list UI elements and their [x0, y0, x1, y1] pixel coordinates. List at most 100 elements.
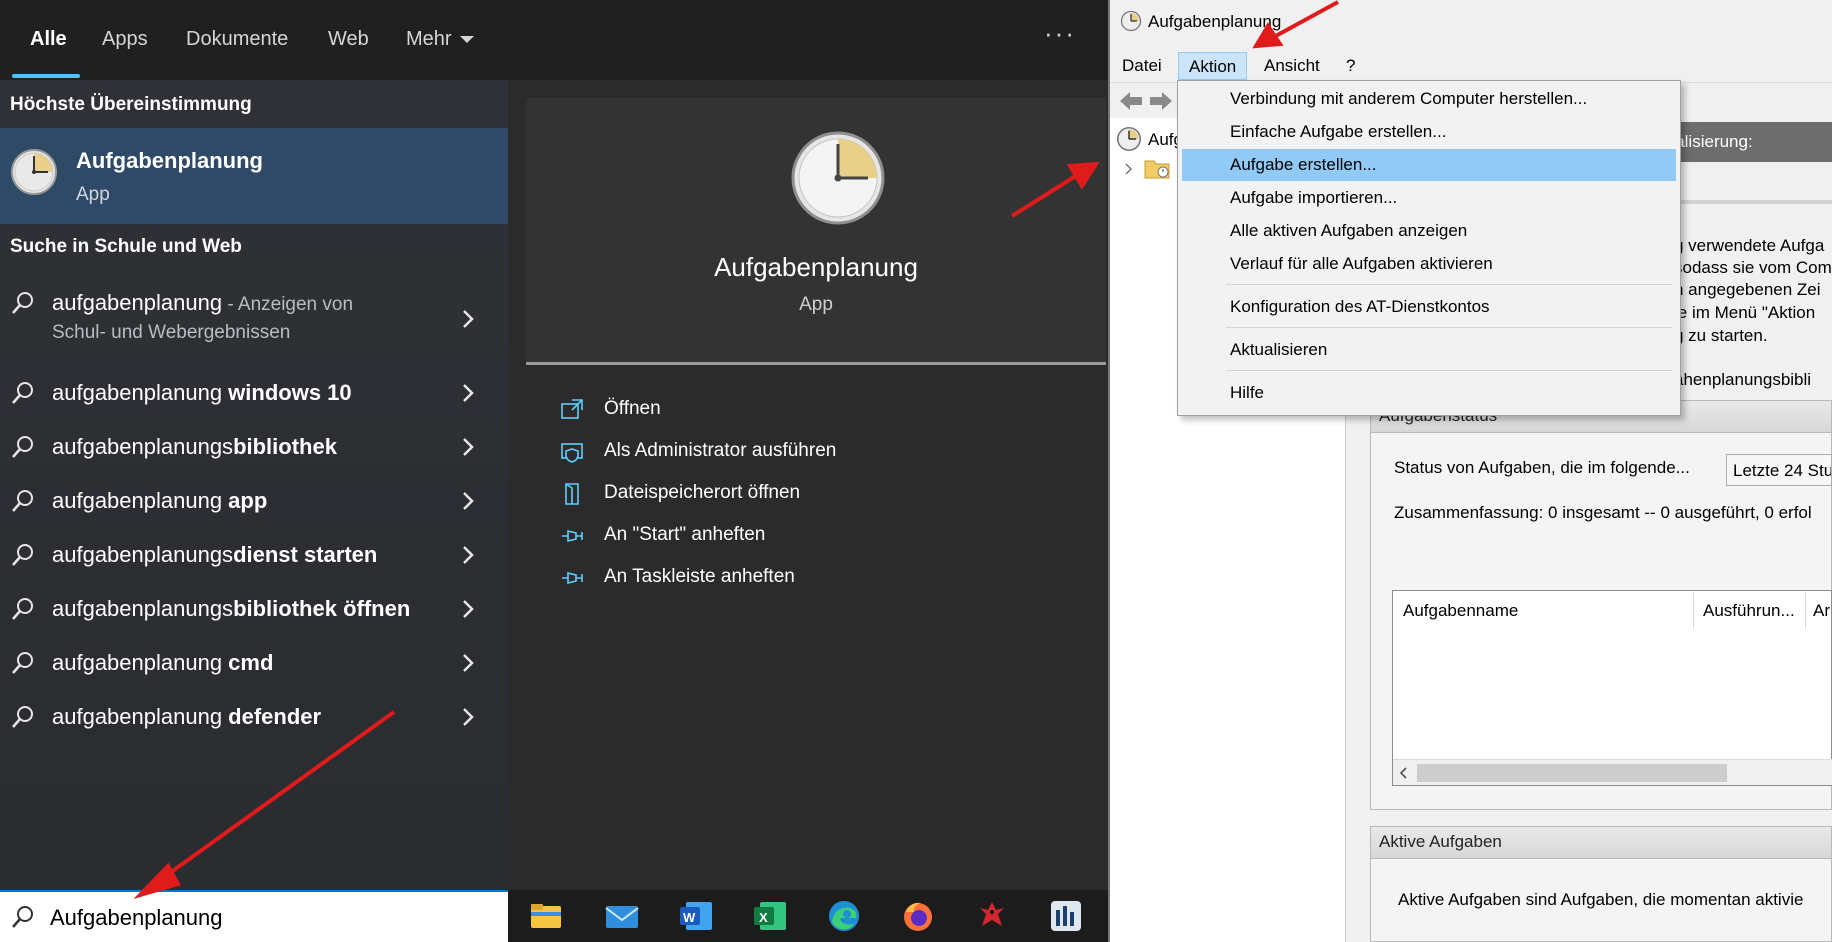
suggestion-item[interactable]: aufgabenplanung app	[0, 478, 508, 528]
search-tabs: Alle Apps Dokumente Web Mehr ···	[0, 0, 1108, 80]
menu-ansicht[interactable]: Ansicht	[1254, 52, 1330, 80]
column-divider[interactable]	[1805, 593, 1806, 629]
chevron-right-icon	[463, 384, 474, 402]
suggestion-item[interactable]: aufgabenplanungsdienst starten	[0, 532, 508, 582]
action-run-as-admin[interactable]: Als Administrator ausführen	[560, 434, 1080, 474]
suggestion-completion: bibliothek	[233, 434, 337, 459]
suggestion-query: aufgabenplanungs	[52, 434, 234, 459]
menu-separator	[1226, 284, 1672, 285]
game-icon[interactable]	[974, 898, 1010, 934]
active-tasks-text: Aktive Aufgaben sind Aufgaben, die momen…	[1398, 890, 1804, 909]
menu-help[interactable]: ?	[1336, 52, 1365, 80]
suggestion-item[interactable]: aufgabenplanungsbibliothek öffnen	[0, 586, 508, 636]
tab-web[interactable]: Web	[328, 28, 369, 51]
suggestion-query: aufgabenplanung	[52, 488, 229, 513]
suggestion-item[interactable]: aufgabenplanung - Anzeigen von Schul- un…	[0, 280, 508, 364]
suggestion-query: aufgabenplanung	[52, 290, 223, 315]
column-header[interactable]: Ausführun...	[1703, 601, 1795, 621]
menu-item-show-running-tasks[interactable]: Alle aktiven Aufgaben anzeigen	[1182, 215, 1676, 247]
suggestion-item[interactable]: aufgabenplanungsbibliothek	[0, 424, 508, 474]
task-status-table: Aufgabenname Ausführun... Ar	[1392, 590, 1832, 786]
action-pin-to-start[interactable]: An "Start" anheften	[560, 518, 1080, 558]
action-open-file-location[interactable]: Dateispeicherort öffnen	[560, 476, 1080, 516]
menu-item-create-task[interactable]: Aufgabe erstellen...	[1182, 149, 1676, 181]
tab-apps[interactable]: Apps	[102, 28, 148, 51]
menu-datei[interactable]: Datei	[1112, 52, 1172, 80]
back-arrow-icon[interactable]	[1118, 89, 1144, 113]
search-input[interactable]	[50, 898, 490, 938]
mail-icon[interactable]	[604, 898, 640, 934]
suggestion-text: aufgabenplanung defender	[52, 704, 321, 730]
suggestion-text: aufgabenplanungsbibliothek	[52, 434, 337, 460]
best-match-type: App	[76, 184, 110, 205]
web-search-heading: Suche in Schule und Web	[10, 236, 242, 257]
menu-aktion[interactable]: Aktion	[1178, 52, 1248, 80]
edge-icon[interactable]	[826, 898, 862, 934]
menu-item-at-service-config[interactable]: Konfiguration des AT-Dienstkontos	[1182, 291, 1676, 323]
horizontal-scrollbar[interactable]	[1393, 759, 1832, 785]
menu-item-import-task[interactable]: Aufgabe importieren...	[1182, 182, 1676, 214]
firefox-icon[interactable]	[900, 898, 936, 934]
overview-text: g verwendete Aufga	[1674, 236, 1825, 255]
suggestion-item[interactable]: aufgabenplanung windows 10	[0, 370, 508, 420]
search-results: Höchste Übereinstimmung Aufgabenplanung …	[0, 80, 508, 890]
word-icon[interactable]: W	[678, 898, 714, 934]
scroll-left-icon[interactable]	[1399, 767, 1409, 779]
library-link[interactable]: ahenplanungsbibli	[1674, 370, 1811, 390]
menu-item-help[interactable]: Hilfe	[1182, 377, 1676, 409]
overview-text: sodass sie vom Comp	[1674, 258, 1832, 277]
search-icon	[12, 436, 33, 458]
suggestion-item[interactable]: aufgabenplanung defender	[0, 694, 508, 744]
time-range-select[interactable]: Letzte 24 Stun	[1726, 454, 1832, 486]
search-icon	[12, 382, 33, 404]
column-header[interactable]: Aufgabenname	[1403, 601, 1518, 621]
column-header[interactable]: Ar	[1813, 601, 1830, 621]
forward-arrow-icon[interactable]	[1148, 89, 1174, 113]
suggestion-text: aufgabenplanung - Anzeigen von	[52, 290, 353, 316]
clock-icon	[1120, 10, 1142, 32]
group-title: Aktive Aufgaben	[1371, 827, 1831, 859]
suggestion-text: aufgabenplanungsdienst starten	[52, 542, 377, 568]
search-icon	[12, 706, 33, 728]
windows-search-panel: Alle Apps Dokumente Web Mehr ··· Höchste…	[0, 0, 1108, 942]
search-box[interactable]	[0, 890, 508, 942]
folder-clock-icon[interactable]	[1144, 156, 1172, 180]
suggestion-query: aufgabenplanung	[52, 380, 229, 405]
preview-header: Aufgabenplanung App	[526, 98, 1106, 362]
search-icon	[12, 906, 33, 928]
best-match-title: Aufgabenplanung	[76, 148, 263, 173]
tab-alle[interactable]: Alle	[30, 28, 67, 51]
tab-mehr[interactable]: Mehr	[406, 28, 474, 51]
column-divider[interactable]	[1693, 593, 1694, 629]
overview-text: g zu starten.	[1674, 326, 1768, 345]
best-match-item[interactable]: Aufgabenplanung App	[0, 128, 508, 224]
search-icon	[12, 652, 33, 674]
clock-icon	[11, 149, 57, 195]
expand-chevron-icon[interactable]	[1124, 162, 1134, 176]
tab-dokumente[interactable]: Dokumente	[186, 28, 288, 51]
chevron-down-icon	[459, 36, 474, 44]
search-icon	[12, 292, 33, 314]
chevron-right-icon	[463, 600, 474, 618]
action-label: Öffnen	[604, 398, 661, 419]
menu-separator	[1226, 370, 1672, 371]
menu-item-refresh[interactable]: Aktualisieren	[1182, 334, 1676, 366]
aktion-dropdown-menu: Verbindung mit anderem Computer herstell…	[1177, 80, 1681, 416]
more-options-icon[interactable]: ···	[1044, 18, 1076, 49]
clock-icon	[1117, 127, 1141, 151]
pin-icon	[562, 529, 583, 543]
menu-item-create-basic-task[interactable]: Einfache Aufgabe erstellen...	[1182, 116, 1676, 148]
suggestion-item[interactable]: aufgabenplanung cmd	[0, 640, 508, 690]
scrollbar-thumb[interactable]	[1417, 764, 1727, 782]
action-label: An "Start" anheften	[604, 524, 766, 545]
action-open[interactable]: Öffnen	[560, 392, 1080, 432]
excel-icon[interactable]: X	[752, 898, 788, 934]
svg-text:X: X	[759, 910, 768, 925]
menu-item-enable-history[interactable]: Verlauf für alle Aufgaben aktivieren	[1182, 248, 1676, 280]
suggestion-query: aufgabenplanungs	[52, 542, 234, 567]
app-icon[interactable]	[1048, 898, 1084, 934]
action-pin-to-taskbar[interactable]: An Taskleiste anheften	[560, 560, 1080, 600]
file-explorer-icon[interactable]	[528, 898, 564, 934]
active-tasks-group: Aktive Aufgaben	[1370, 826, 1832, 942]
menu-item-connect-computer[interactable]: Verbindung mit anderem Computer herstell…	[1182, 83, 1676, 115]
